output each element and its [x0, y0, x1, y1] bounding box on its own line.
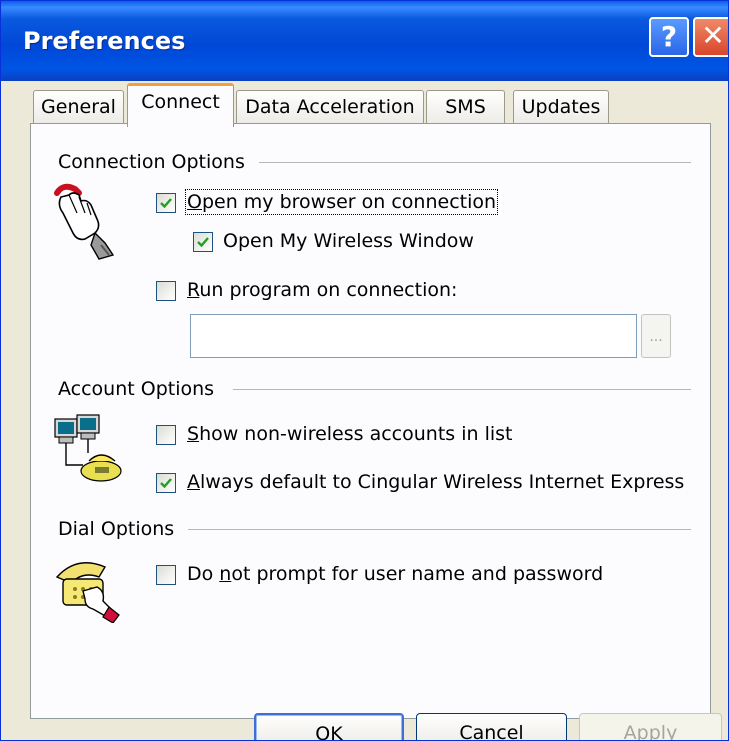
do-not-prompt-label[interactable]: Do not prompt for user name and password — [187, 563, 603, 585]
show-non-wireless-label[interactable]: Show non-wireless accounts in list — [187, 423, 512, 445]
phone-hand-icon — [53, 551, 125, 624]
always-default-label[interactable]: Always default to Cingular Wireless Inte… — [187, 471, 684, 493]
open-browser-checkbox[interactable] — [156, 193, 176, 213]
group-divider — [233, 389, 691, 390]
open-wireless-window-label[interactable]: Open My Wireless Window — [223, 230, 474, 252]
dial-options-title: Dial Options — [58, 518, 175, 540]
browse-button[interactable]: ... — [641, 314, 671, 358]
run-program-label[interactable]: Run program on connection: — [187, 279, 457, 301]
do-not-prompt-checkbox[interactable] — [156, 565, 176, 585]
open-browser-label[interactable]: Open my browser on connection — [184, 189, 499, 215]
always-default-checkbox[interactable] — [156, 473, 176, 493]
apply-button[interactable]: Apply — [579, 713, 722, 740]
account-options-title: Account Options — [58, 378, 215, 400]
computers-network-icon — [53, 413, 125, 485]
ok-button[interactable]: OK — [254, 713, 404, 740]
run-program-checkbox[interactable] — [156, 281, 176, 301]
connection-options-title: Connection Options — [58, 151, 245, 173]
preferences-dialog: Preferences ? ✕ General Connect Data Acc… — [0, 0, 729, 741]
show-non-wireless-checkbox[interactable] — [156, 425, 176, 445]
program-path-input[interactable] — [190, 314, 637, 358]
open-wireless-window-checkbox[interactable] — [193, 232, 213, 252]
group-divider — [259, 162, 691, 163]
hand-plug-icon — [51, 183, 123, 261]
group-divider — [188, 529, 691, 530]
cancel-button[interactable]: Cancel — [416, 713, 567, 740]
